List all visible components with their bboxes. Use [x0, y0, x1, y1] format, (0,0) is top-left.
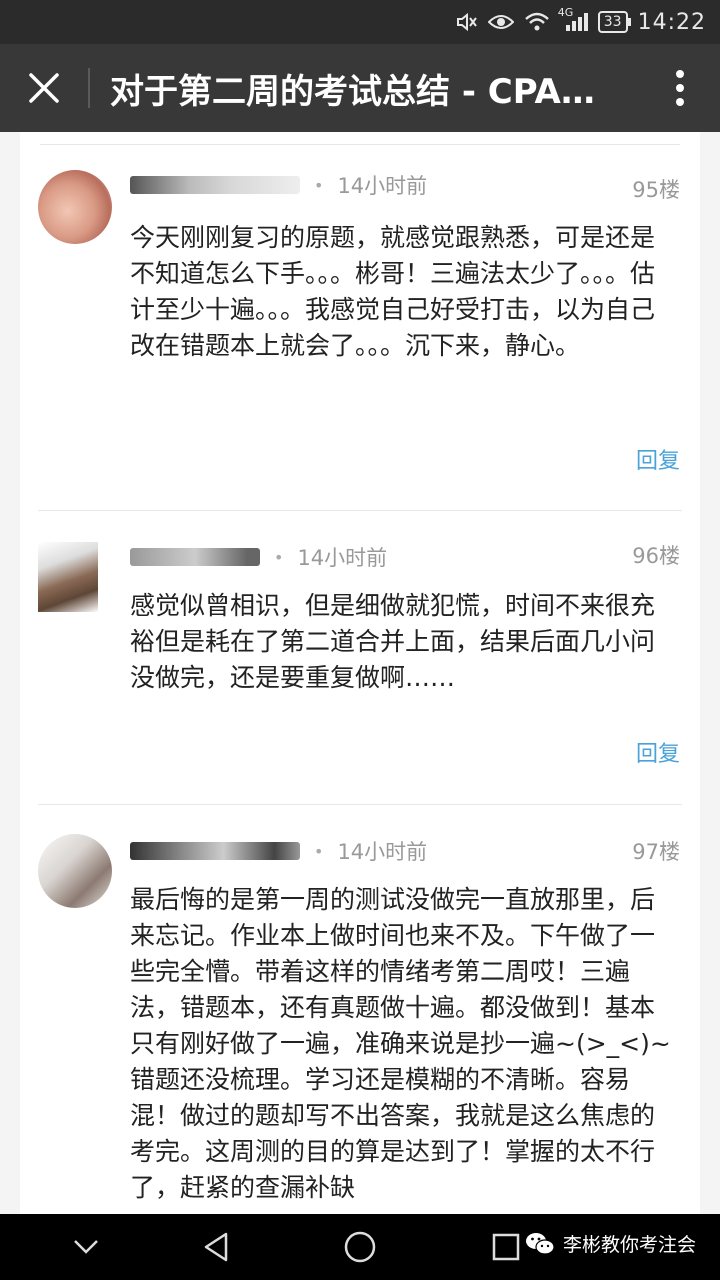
watermark-text: 李彬教你考注会 [562, 1234, 696, 1256]
reply-button[interactable]: 回复 [636, 736, 680, 768]
eye-icon [487, 10, 514, 34]
wechat-icon [525, 1232, 555, 1255]
divider [40, 144, 680, 145]
watermark: 李彬教你考注会 [525, 1230, 696, 1257]
comment-list[interactable]: • 14小时前 95楼 今天刚刚复习的原题，就感觉跟熟悉，可是还是不知道怎么下手… [20, 132, 700, 1214]
home-circle-icon [344, 1231, 376, 1263]
close-icon [29, 73, 59, 103]
signal-icon: 4G [558, 6, 588, 34]
hide-nav-button[interactable] [56, 1214, 116, 1280]
comment-time: 14小时前 [337, 174, 428, 198]
wifi-icon [524, 10, 550, 34]
floor-number: 96楼 [632, 544, 680, 568]
username-line[interactable]: • 14小时前 [130, 544, 387, 570]
comment-text: 今天刚刚复习的原题，就感觉跟熟悉，可是还是不知道怎么下手。。。彬哥！三遍法太少了… [130, 223, 656, 360]
comment-text: 最后悔的是第一周的测试没做完一直放那里，后来忘记。作业本上做时间也来不及。下午做… [130, 885, 671, 1202]
more-button[interactable] [640, 44, 720, 132]
avatar[interactable] [38, 170, 112, 244]
close-button[interactable] [0, 44, 88, 132]
more-vertical-icon [676, 70, 684, 106]
floor-number: 95楼 [632, 178, 680, 202]
home-button[interactable] [330, 1214, 390, 1280]
title-bar: 对于第二周的考试总结 - CPA… [0, 44, 720, 132]
avatar[interactable] [38, 542, 98, 612]
status-bar: 4G 33 14:22 [0, 0, 720, 44]
floor-number: 97楼 [632, 840, 680, 864]
username-blurred [130, 842, 300, 860]
comment-time: 14小时前 [297, 546, 388, 570]
navigation-bar: 李彬教你考注会 [0, 1214, 720, 1280]
separator-dot: • [314, 175, 324, 195]
back-button[interactable] [186, 1214, 246, 1280]
username-line[interactable]: • 14小时前 [130, 838, 427, 864]
divider [38, 804, 682, 805]
mute-icon [454, 10, 478, 34]
recents-square-icon [492, 1233, 520, 1261]
comment-time: 14小时前 [337, 840, 428, 864]
reply-button[interactable]: 回复 [636, 443, 680, 475]
divider [38, 510, 682, 511]
status-time: 14:22 [637, 9, 706, 35]
chevron-down-icon [74, 1240, 98, 1254]
network-label: 4G [557, 6, 574, 19]
avatar[interactable] [38, 834, 112, 908]
page-title: 对于第二周的考试总结 - CPA… [110, 71, 595, 112]
username-blurred [130, 176, 300, 194]
separator-dot: • [314, 841, 324, 861]
comment-text: 感觉似曾相识，但是细做就犯慌，时间不来很充裕但是耗在了第二道合并上面，结果后面几… [130, 591, 656, 692]
username-line[interactable]: • 14小时前 [130, 172, 427, 198]
battery-indicator: 33 [597, 11, 631, 33]
username-blurred [130, 548, 260, 566]
back-triangle-icon [204, 1232, 228, 1262]
separator-dot: • [274, 547, 284, 567]
